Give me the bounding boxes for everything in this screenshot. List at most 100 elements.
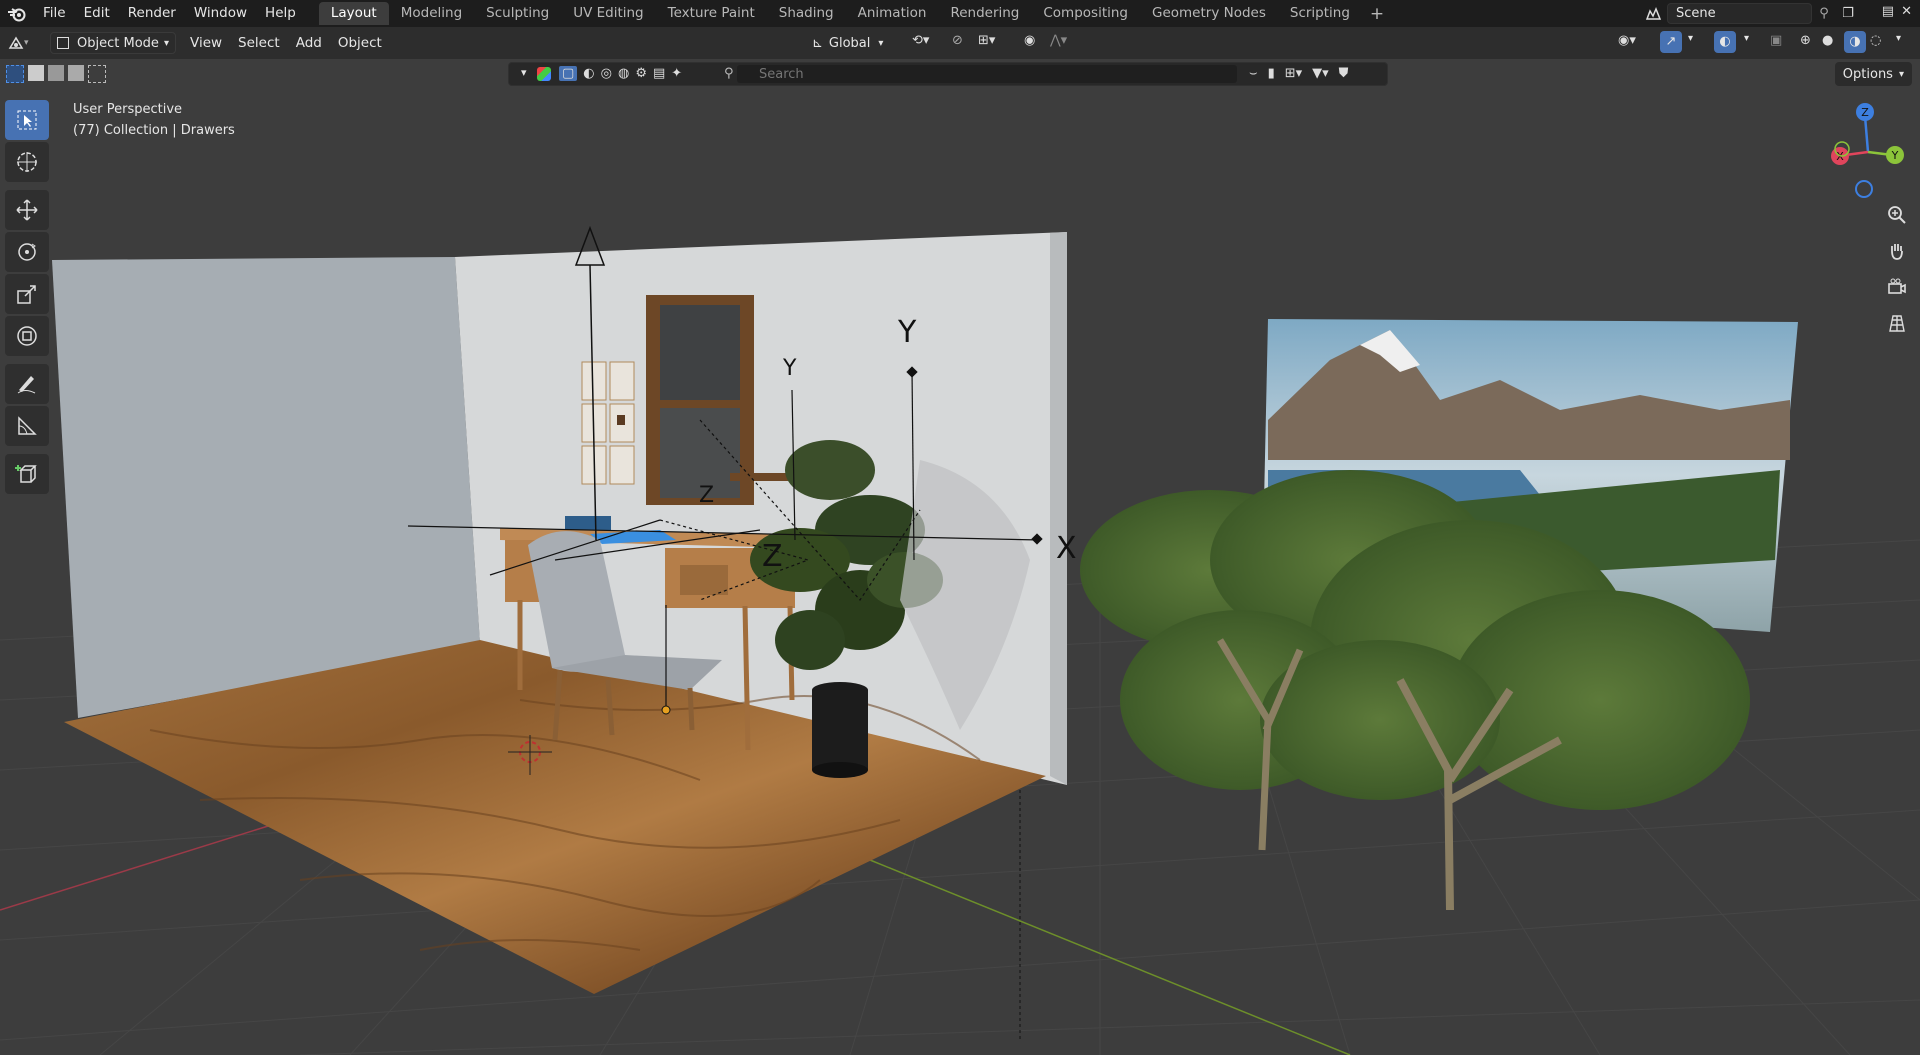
tab-animation[interactable]: Animation (846, 2, 939, 25)
gizmo-y-label: Y (1891, 149, 1899, 162)
viewport-navigation-tools (1882, 200, 1912, 344)
object-mode-icon (57, 37, 69, 49)
shading-material-icon[interactable]: ◑ (1844, 31, 1866, 53)
select-box-tool[interactable] (5, 100, 49, 140)
search-icon: ⚲ (724, 66, 734, 81)
chevron-down-icon: ▾ (1898, 68, 1904, 80)
tab-uv-editing[interactable]: UV Editing (561, 2, 655, 25)
filter-chevron-icon[interactable]: ▾ (521, 66, 527, 79)
transform-tool[interactable] (5, 316, 49, 356)
menu-file[interactable]: File (34, 0, 75, 27)
scene-name: Scene (1676, 6, 1716, 21)
viewport-collection-label: (77) Collection | Drawers (73, 123, 235, 138)
menu-help[interactable]: Help (256, 0, 305, 27)
menu-window[interactable]: Window (185, 0, 256, 27)
shading-dropdown-icon[interactable]: ▾ (1896, 33, 1901, 44)
mode-dropdown[interactable]: Object Mode ▾ (50, 32, 176, 54)
gizmo-toggle-icon[interactable]: ↗ (1660, 31, 1682, 53)
filter-colors-icon[interactable] (537, 67, 551, 81)
tab-shading[interactable]: Shading (767, 2, 846, 25)
gizmo-z-label: Z (1861, 106, 1869, 119)
gizmo-dropdown-icon[interactable]: ▾ (1688, 33, 1693, 44)
zoom-icon[interactable] (1882, 200, 1912, 230)
workspace-tabs: Layout Modeling Sculpting UV Editing Tex… (318, 0, 1392, 27)
rotate-tool[interactable] (5, 232, 49, 272)
scene-name-field[interactable]: Scene (1667, 3, 1812, 24)
remove-scene-icon[interactable]: ✕ (1901, 4, 1912, 19)
falloff-icon[interactable]: ⋀▾ (1050, 33, 1067, 48)
tab-layout[interactable]: Layout (318, 2, 389, 25)
select-mode-set-icon[interactable] (6, 65, 106, 83)
shading-solid-icon[interactable]: ● (1822, 33, 1833, 48)
window-glass (660, 305, 740, 400)
menu-object[interactable]: Object (330, 35, 390, 51)
new-scene-icon[interactable]: ❐ (1836, 6, 1860, 21)
menu-view[interactable]: View (182, 35, 230, 51)
search-input[interactable] (737, 65, 1237, 83)
empty-label-y2: Y (897, 315, 917, 350)
filter-object-icons[interactable]: ▢ ◐ ◎ ◍ ⚙ ▤ ✦ (559, 66, 682, 81)
camera-view-icon[interactable] (1882, 272, 1912, 302)
menu-add[interactable]: Add (288, 35, 330, 51)
orientation-label: Global (828, 35, 871, 51)
tab-compositing[interactable]: Compositing (1031, 2, 1140, 25)
cursor-tool[interactable] (5, 142, 49, 182)
empty-label-z2: Z (762, 539, 783, 574)
snap-icon[interactable]: ⊘ (952, 33, 963, 48)
pan-hand-icon[interactable] (1882, 236, 1912, 266)
menu-edit[interactable]: Edit (75, 0, 119, 27)
viewport-perspective-label: User Perspective (73, 102, 183, 117)
scale-tool[interactable] (5, 274, 49, 314)
tab-modeling[interactable]: Modeling (389, 2, 474, 25)
editor-type-icon[interactable]: ▾ (8, 36, 42, 50)
viewport-header: ▾ Object Mode ▾ View Select Add Object ⊾… (0, 27, 1920, 59)
overlays-dropdown-icon[interactable]: ▾ (1744, 33, 1749, 44)
empty-label-y1: Y (782, 356, 797, 381)
blender-logo-icon[interactable] (0, 0, 34, 27)
view-layer-icon[interactable]: ▤ (1882, 4, 1894, 19)
add-workspace-button[interactable]: + (1362, 4, 1392, 24)
object-visibility-icon[interactable]: ◉▾ (1618, 33, 1636, 48)
options-dropdown[interactable]: Options ▾ (1834, 62, 1912, 86)
measure-tool[interactable] (5, 406, 49, 446)
menu-render[interactable]: Render (119, 0, 185, 27)
annotate-tool[interactable] (5, 364, 49, 404)
proportional-edit-icon[interactable]: ◉ (1024, 33, 1035, 48)
transform-orientation-dropdown[interactable]: ⊾ Global ▾ (812, 32, 883, 54)
chevron-down-icon: ▾ (163, 37, 169, 49)
tab-sculpting[interactable]: Sculpting (474, 2, 561, 25)
empty-label-z1: Z (699, 483, 714, 508)
add-cube-tool[interactable] (5, 454, 49, 494)
3d-viewport[interactable]: Y Y Z Z X (0, 89, 1920, 1055)
books (565, 516, 611, 530)
orientation-icon: ⊾ (812, 35, 823, 51)
back-wall-edge (1050, 232, 1067, 785)
empty-label-x1: X (1056, 531, 1077, 566)
chevron-down-icon: ▾ (878, 37, 884, 49)
overlays-toggle-icon[interactable]: ◐ (1714, 31, 1736, 53)
shading-rendered-icon[interactable]: ◌ (1870, 33, 1881, 48)
tab-scripting[interactable]: Scripting (1278, 2, 1362, 25)
shading-wireframe-icon[interactable]: ⊕ (1800, 33, 1811, 48)
snap-target-icon[interactable]: ⊞▾ (978, 33, 995, 48)
options-label: Options (1842, 66, 1893, 82)
outliner-filter-bar: ▾ ▢◐◎◍⚙▤✦ ⚲ ⌣▮⊞▾▼▾⛊ (508, 62, 1388, 86)
filter-extra-icons[interactable]: ⌣ ▮ ⊞▾ ▼▾ ⛊ (1249, 66, 1348, 81)
perspective-toggle-icon[interactable] (1882, 308, 1912, 338)
navigation-gizmo[interactable]: Z Y X (1818, 100, 1918, 205)
tab-rendering[interactable]: Rendering (938, 2, 1031, 25)
scene-icon[interactable] (1641, 6, 1667, 21)
pivot-point-icon[interactable]: ⟲▾ (912, 33, 929, 48)
move-tool[interactable] (5, 190, 49, 230)
left-wall (52, 257, 480, 718)
pin-icon[interactable]: ⚲ (1812, 6, 1836, 21)
tab-texture-paint[interactable]: Texture Paint (656, 2, 767, 25)
top-menu-bar: File Edit Render Window Help Layout Mode… (0, 0, 1920, 27)
empty-point (661, 705, 671, 715)
menu-select[interactable]: Select (230, 35, 288, 51)
y-axis-line (869, 859, 1351, 1055)
xray-toggle-icon[interactable]: ▣ (1770, 33, 1782, 48)
mode-label: Object Mode (77, 35, 159, 51)
tab-geometry-nodes[interactable]: Geometry Nodes (1140, 2, 1278, 25)
scene-selector: Scene ⚲ ❐ (1641, 2, 1860, 25)
